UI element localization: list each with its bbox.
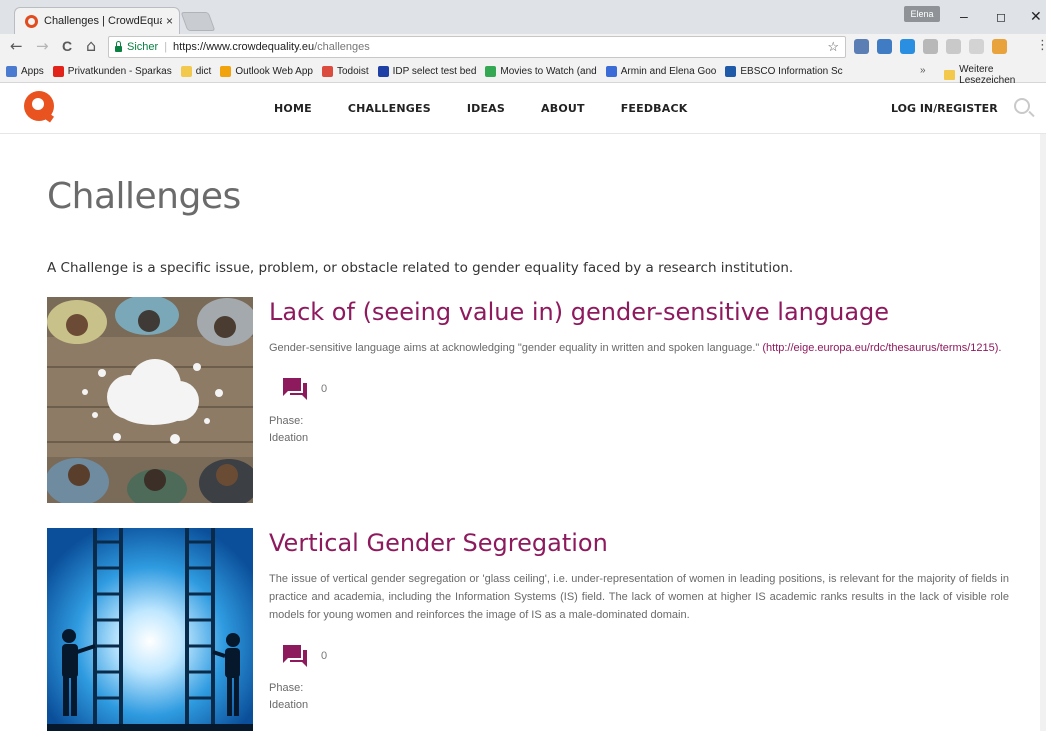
browser-tab-strip: Challenges | CrowdEquality × Elena – ◻ ✕: [0, 0, 1046, 34]
close-window-button[interactable]: ✕: [1030, 8, 1042, 25]
browser-toolbar: ← → C ⌂ Sicher | https://www.crowdequali…: [0, 34, 1046, 60]
browser-tab-challenges[interactable]: Challenges | CrowdEquality ×: [14, 7, 180, 34]
crowdequality-favicon-icon: [25, 14, 38, 28]
bookmark-label: Movies to Watch (and: [500, 65, 597, 77]
bookmark-favicon-icon: [52, 65, 64, 77]
extension-icon[interactable]: [946, 39, 961, 54]
challenge-thumbnail-meeting[interactable]: [47, 297, 253, 503]
bookmark-item[interactable]: EBSCO Information Sc: [725, 65, 843, 77]
bookmark-label: Outlook Web App: [235, 65, 313, 77]
challenge-title[interactable]: Lack of (seeing value in) gender-sensiti…: [269, 297, 1009, 327]
comment-count: 0: [321, 383, 328, 395]
tab-close-icon[interactable]: ×: [166, 14, 173, 28]
bookmark-label: dict: [195, 65, 212, 77]
url-base: https://www.crowdequality.eu: [173, 41, 315, 53]
bookmark-item[interactable]: Outlook Web App: [220, 65, 313, 77]
forward-icon[interactable]: →: [36, 37, 49, 55]
bookmark-favicon-icon: [605, 65, 617, 77]
tab-title: Challenges | CrowdEquality: [44, 15, 162, 27]
url-separator: |: [164, 41, 168, 53]
phase-label: Phase:: [269, 682, 304, 694]
bookmarks-bar: Apps Privatkunden - Sparkas dict Outlook We…: [0, 60, 1046, 86]
bookmark-star-icon[interactable]: ☆: [827, 39, 839, 55]
bookmark-item[interactable]: IDP select test bed: [377, 65, 477, 77]
address-bar[interactable]: Sicher | https://www.crowdequality.eu /c…: [108, 36, 846, 58]
page-intro: A Challenge is a specific issue, problem…: [47, 260, 794, 276]
nav-link-home[interactable]: HOME: [274, 102, 312, 115]
extension-icon[interactable]: [900, 39, 915, 54]
bookmark-label: Privatkunden - Sparkas: [67, 65, 172, 77]
extension-icon[interactable]: [923, 39, 938, 54]
bookmark-label: EBSCO Information Sc: [740, 65, 843, 77]
bookmark-favicon-icon: [321, 65, 333, 77]
comments-icon[interactable]: [281, 376, 309, 402]
extension-icon[interactable]: [992, 39, 1007, 54]
challenge-stats: 0: [269, 642, 1009, 670]
challenge-description: Gender-sensitive language aims at acknow…: [269, 339, 1009, 357]
page-title: Challenges: [47, 176, 241, 217]
challenge-description: The issue of vertical gender segregation…: [269, 570, 1009, 624]
folder-label: Weitere Lesezeichen: [959, 64, 1016, 86]
site-header: HOME CHALLENGES IDEAS ABOUT FEEDBACK LOG IN/…: [0, 84, 1046, 134]
extension-icons: [854, 39, 1007, 54]
nav-link-ideas[interactable]: IDEAS: [467, 102, 505, 115]
challenge-description-text: Gender-sensitive language aims at acknow…: [269, 342, 760, 354]
maximize-button[interactable]: ◻: [996, 10, 1006, 24]
challenge-thumbnail-ladders[interactable]: [47, 528, 253, 731]
search-icon[interactable]: [1014, 98, 1030, 114]
phase-label: Phase:: [269, 415, 304, 427]
browser-menu-icon[interactable]: ⋮: [1036, 38, 1046, 53]
bookmark-item[interactable]: Armin and Elena Goo: [605, 65, 717, 77]
bookmark-item[interactable]: Privatkunden - Sparkas: [52, 65, 172, 77]
extension-icon[interactable]: [877, 39, 892, 54]
back-icon[interactable]: ←: [10, 37, 23, 55]
bookmark-favicon-icon: [220, 65, 232, 77]
bookmark-label: Armin and Elena Goo: [620, 65, 717, 77]
extension-icon[interactable]: [969, 39, 984, 54]
page-scrollbar[interactable]: [1040, 134, 1046, 731]
nav-link-about[interactable]: ABOUT: [541, 102, 585, 115]
bookmark-item[interactable]: Movies to Watch (and: [485, 65, 597, 77]
challenge-description-text: The issue of vertical gender segregation…: [269, 573, 1009, 621]
crowdequality-logo-icon[interactable]: [24, 91, 54, 121]
comment-count: 0: [321, 650, 328, 662]
apps-grid-icon: [6, 65, 17, 77]
bookmark-item[interactable]: Apps: [6, 65, 44, 77]
home-icon[interactable]: ⌂: [86, 37, 96, 55]
nav-link-feedback[interactable]: FEEDBACK: [621, 102, 688, 115]
phase-value: Ideation: [269, 699, 309, 711]
challenge-body: Vertical Gender Segregation The issue of…: [269, 528, 1009, 714]
bookmarks-overflow-icon[interactable]: »: [920, 65, 926, 76]
lock-icon: [115, 40, 122, 52]
bookmark-label: Apps: [21, 65, 44, 77]
phase-value: Ideation: [269, 432, 309, 444]
minimize-button[interactable]: –: [960, 8, 968, 24]
extension-icon[interactable]: [854, 39, 869, 54]
folder-icon: [944, 70, 956, 80]
bookmark-label: Todoist: [336, 65, 369, 77]
comments-icon[interactable]: [281, 643, 309, 669]
profile-badge[interactable]: Elena: [904, 6, 940, 22]
bookmark-favicon-icon: [725, 65, 737, 77]
nav-link-challenges[interactable]: CHALLENGES: [348, 102, 431, 115]
login-register-link[interactable]: LOG IN/REGISTER: [891, 102, 998, 115]
challenge-source-link[interactable]: (http://eige.europa.eu/rdc/thesaurus/ter…: [762, 342, 1001, 354]
challenge-body: Lack of (seeing value in) gender-sensiti…: [269, 297, 1009, 447]
challenge-stats: 0: [269, 375, 1009, 403]
bookmark-favicon-icon: [180, 65, 192, 77]
other-bookmarks-folder[interactable]: Weitere Lesezeichen: [944, 64, 1046, 86]
reload-icon[interactable]: C: [62, 37, 72, 55]
secure-label: Sicher: [127, 41, 159, 53]
challenge-title[interactable]: Vertical Gender Segregation: [269, 528, 1009, 558]
bookmark-item[interactable]: Todoist: [321, 65, 369, 77]
bookmark-item[interactable]: dict: [180, 65, 212, 77]
bookmark-label: IDP select test bed: [392, 65, 477, 77]
url-path: /challenges: [314, 41, 370, 53]
new-tab-button[interactable]: [180, 12, 216, 31]
bookmark-favicon-icon: [485, 65, 497, 77]
bookmark-favicon-icon: [377, 65, 389, 77]
main-nav: HOME CHALLENGES IDEAS ABOUT FEEDBACK: [274, 102, 723, 115]
